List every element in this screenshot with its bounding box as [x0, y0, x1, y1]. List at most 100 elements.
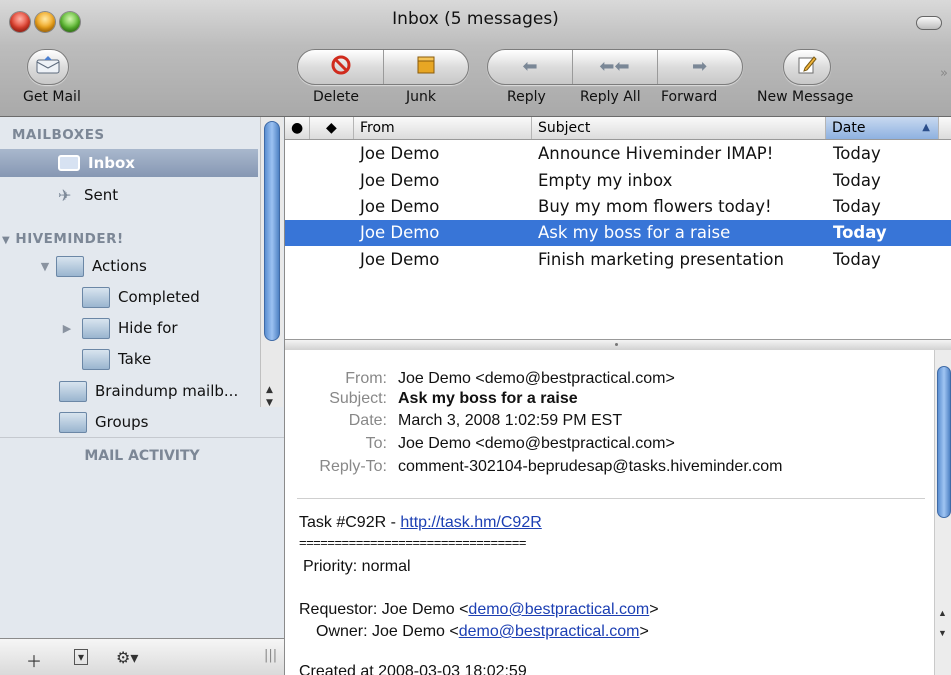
rule-line: ================================	[299, 535, 526, 550]
message-preview: From: Joe Demo <demo@bestpractical.com> …	[285, 350, 951, 675]
sidebar-item-inbox[interactable]: Inbox	[0, 149, 258, 177]
message-list: ● ◆ From Subject Date ▲ Joe Demo Announc…	[285, 117, 951, 339]
disclosure-closed-icon[interactable]: ▶	[60, 322, 74, 335]
sidebar-item-label: Actions	[92, 257, 147, 275]
preview-scroll-thumb[interactable]	[937, 366, 951, 518]
requestor-line: Requestor: Joe Demo <demo@bestpractical.…	[299, 601, 659, 618]
to-value[interactable]: Joe Demo <demo@bestpractical.com>	[398, 435, 675, 453]
column-date[interactable]: Date ▲	[826, 117, 939, 139]
sidebar-item-sent[interactable]: ✈ Sent	[0, 181, 258, 209]
sidebar-item-label: Take	[118, 350, 152, 368]
reply-all-button[interactable]: ⬅⬅	[572, 50, 658, 84]
requestor-email-link[interactable]: demo@bestpractical.com	[468, 601, 649, 618]
delete-junk-group	[297, 49, 469, 85]
subject-label: Subject:	[329, 390, 387, 407]
flag-icon: ◆	[326, 120, 337, 136]
reply-label: Reply	[507, 89, 546, 105]
get-mail-label: Get Mail	[23, 89, 81, 105]
table-row[interactable]: Joe Demo Empty my inbox Today	[285, 168, 951, 194]
message-list-header: ● ◆ From Subject Date ▲	[285, 117, 951, 140]
sidebar-item-label: Completed	[118, 288, 200, 306]
junk-icon	[416, 55, 436, 79]
new-message-button[interactable]	[783, 49, 831, 85]
sidebar-item-completed[interactable]: Completed	[0, 283, 258, 311]
forward-button[interactable]: ➡	[657, 50, 742, 84]
delete-icon	[331, 55, 351, 79]
scroll-down-arrow-icon[interactable]: ▼	[938, 628, 947, 638]
mailboxes-header: MAILBOXES	[12, 127, 105, 143]
date-value: March 3, 2008 1:02:59 PM EST	[398, 412, 623, 429]
scroll-up-arrow-icon[interactable]: ▲	[266, 385, 273, 395]
disclosure-open-icon[interactable]: ▼	[38, 260, 52, 273]
task-link[interactable]: http://task.hm/C92R	[400, 514, 541, 531]
mail-activity-header: MAIL ACTIVITY	[84, 448, 200, 464]
mailbox-sidebar: MAILBOXES Inbox ✈ Sent ▼ HIVEMINDER! ▼ A…	[0, 117, 285, 675]
task-line: Task #C92R - http://task.hm/C92R	[299, 514, 542, 531]
preview-scrollbar[interactable]: ▲ ▼	[934, 350, 951, 675]
column-from[interactable]: From	[354, 117, 532, 139]
from-label: From:	[345, 370, 387, 387]
envelope-icon	[36, 56, 60, 78]
sidebar-item-groups[interactable]: Groups	[0, 408, 258, 436]
column-subject[interactable]: Subject	[532, 117, 826, 139]
owner-email-link[interactable]: demo@bestpractical.com	[459, 623, 640, 640]
inbox-tray-icon	[58, 155, 80, 171]
junk-button[interactable]	[383, 50, 468, 84]
sidebar-item-take[interactable]: Take	[0, 345, 258, 373]
reply-button[interactable]: ⬅	[488, 50, 573, 84]
subject-value: Ask my boss for a raise	[398, 390, 578, 407]
folder-icon	[82, 286, 110, 308]
sidebar-item-label: Inbox	[88, 154, 135, 172]
priority-line: Priority: normal	[303, 558, 411, 575]
add-mailbox-icon[interactable]: ＋	[26, 648, 42, 672]
delete-button[interactable]	[298, 50, 384, 84]
gear-icon[interactable]: ⚙▾	[116, 648, 138, 667]
delete-label: Delete	[313, 89, 359, 105]
sidebar-item-label: Sent	[84, 186, 119, 204]
sidebar-scroll-thumb[interactable]	[264, 121, 280, 341]
window-toolbar: Inbox (5 messages) Get Mail Delete Junk …	[0, 0, 951, 117]
splitter-grip-icon	[615, 343, 618, 346]
toolbar-toggle-button[interactable]	[916, 16, 942, 30]
sidebar-item-label: Groups	[95, 413, 149, 431]
sidebar-item-hide-for[interactable]: ▶ Hide for	[0, 314, 258, 342]
folder-icon	[56, 255, 84, 277]
table-row[interactable]: Joe Demo Buy my mom flowers today! Today	[285, 194, 951, 220]
created-line: Created at 2008-03-03 18:02:59	[299, 663, 527, 675]
column-unread[interactable]: ●	[285, 117, 310, 139]
reply-to-value[interactable]: comment-302104-beprudesap@tasks.hivemind…	[398, 458, 782, 476]
forward-arrow-icon: ➡	[691, 56, 708, 77]
folder-icon	[59, 380, 87, 402]
sidebar-item-actions[interactable]: ▼ Actions	[0, 252, 258, 280]
folder-icon	[59, 411, 87, 433]
sidebar-scrollbar[interactable]: ▲ ▼	[260, 117, 283, 408]
scroll-down-arrow-icon[interactable]: ▼	[266, 398, 273, 408]
sidebar-item-label: Braindump mailb...	[95, 382, 239, 400]
to-label: To:	[365, 435, 387, 452]
reply-group: ⬅ ⬅⬅ ➡	[487, 49, 743, 85]
toolbar-overflow-icon[interactable]: »	[940, 66, 948, 81]
table-row-selected[interactable]: Joe Demo Ask my boss for a raise Today	[285, 220, 951, 246]
show-hide-viewer-icon[interactable]: ▾	[74, 649, 89, 665]
junk-label: Junk	[406, 89, 436, 105]
reply-all-arrow-icon: ⬅⬅	[599, 56, 630, 77]
new-message-label: New Message	[757, 89, 854, 105]
date-label: Date:	[348, 412, 387, 429]
folder-icon	[82, 348, 110, 370]
table-row[interactable]: Joe Demo Announce Hiveminder IMAP! Today	[285, 141, 951, 167]
column-flag[interactable]: ◆	[310, 117, 354, 139]
get-mail-button[interactable]	[27, 49, 69, 85]
from-value[interactable]: Joe Demo <demo@bestpractical.com>	[398, 370, 675, 388]
window-title: Inbox (5 messages)	[392, 9, 559, 29]
disclosure-open-icon: ▼	[2, 235, 11, 246]
sidebar-item-braindump[interactable]: Braindump mailb...	[0, 377, 258, 405]
unread-dot-icon: ●	[291, 120, 304, 136]
resize-handle-icon[interactable]: |||	[264, 648, 277, 663]
account-header[interactable]: ▼ HIVEMINDER!	[2, 231, 124, 247]
reply-arrow-icon: ⬅	[522, 56, 538, 77]
folder-icon	[82, 317, 110, 339]
table-row[interactable]: Joe Demo Finish marketing presentation T…	[285, 247, 951, 273]
reply-all-label: Reply All	[580, 89, 641, 105]
sort-ascending-icon: ▲	[922, 122, 930, 133]
scroll-up-arrow-icon[interactable]: ▲	[938, 608, 947, 618]
